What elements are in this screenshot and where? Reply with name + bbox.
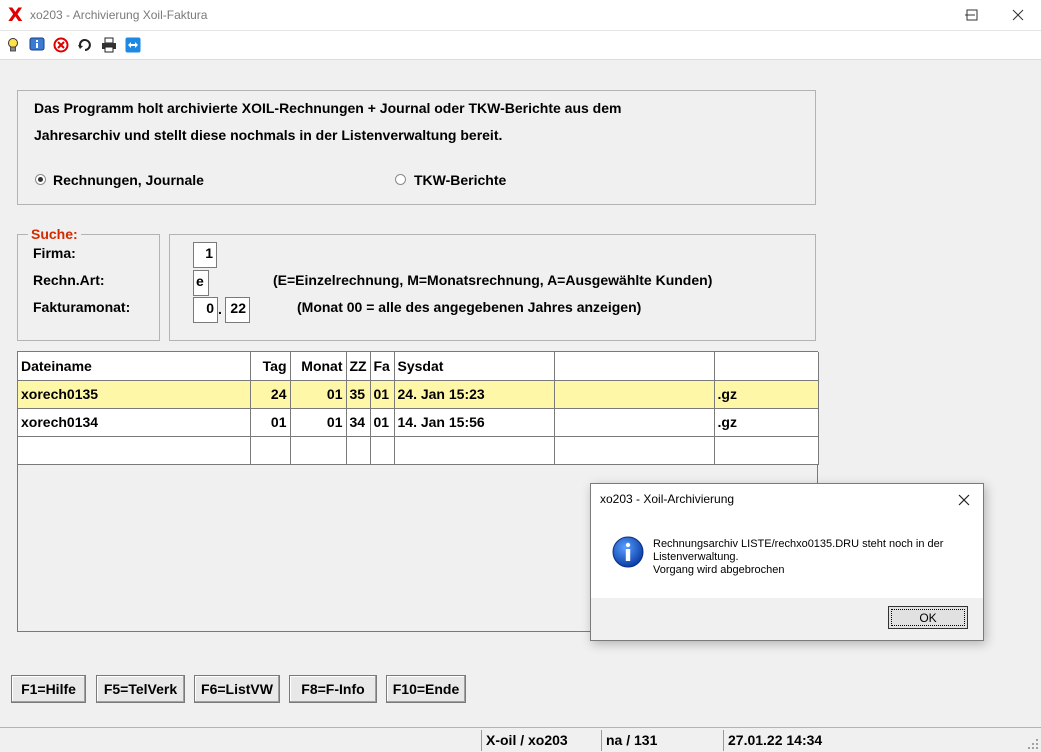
search-labels-panel: Firma: Rechn.Art: Fakturamonat:	[17, 234, 160, 341]
column-header-dateiname[interactable]: Dateiname	[18, 352, 251, 381]
cell-dateiname: xorech0134	[18, 408, 251, 437]
rechn-art-label: Rechn.Art:	[33, 272, 105, 288]
intro-line-1: Das Programm holt archivierte XOIL-Rechn…	[34, 100, 622, 116]
dialog-message-line-3: Vorgang wird abgebrochen	[653, 564, 785, 576]
monat-input[interactable]: 0	[193, 297, 218, 323]
cancel-icon	[53, 37, 69, 53]
status-datetime: 27.01.22 14:34	[723, 730, 1019, 751]
f6-listvw-button[interactable]: F6=ListVW	[194, 675, 280, 703]
column-header-fa[interactable]: Fa	[370, 352, 395, 381]
status-bar: X-oil / xo203 na / 131 27.01.22 14:34	[0, 727, 1041, 752]
cell-monat: 01	[290, 408, 347, 437]
cancel-button[interactable]	[53, 37, 69, 53]
jahr-input[interactable]: 22	[225, 297, 250, 323]
cell-empty	[554, 380, 715, 409]
table-header-row: Dateiname Tag Monat ZZ Fa Sysdat	[18, 352, 819, 381]
cell-empty	[554, 436, 715, 465]
info-icon	[29, 37, 45, 51]
printer-icon	[102, 37, 116, 53]
cell-sysdat: 14. Jan 15:56	[394, 408, 555, 437]
f1-help-button[interactable]: F1=Hilfe	[11, 675, 86, 703]
message-dialog: xo203 - Xoil-Archivierung Rechnungsarchi…	[590, 483, 984, 641]
cell-zz: 34	[346, 408, 371, 437]
cell-dateiname	[18, 436, 251, 465]
cell-zz: 35	[346, 380, 371, 409]
cell-ext: .gz	[714, 408, 819, 437]
app-logo: X	[8, 4, 23, 26]
maximize-icon	[966, 9, 978, 21]
column-header-tag[interactable]: Tag	[250, 352, 291, 381]
close-window-button[interactable]	[995, 0, 1041, 30]
maximize-button[interactable]	[948, 0, 994, 30]
lightbulb-icon	[8, 38, 18, 52]
intro-line-2: Jahresarchiv und stellt diese nochmals i…	[34, 127, 503, 143]
close-icon	[958, 494, 970, 506]
cell-tag	[250, 436, 291, 465]
cell-ext: .gz	[714, 380, 819, 409]
search-legend: Suche:	[28, 226, 81, 242]
resize-grip-icon[interactable]	[1027, 738, 1039, 750]
cell-monat	[290, 436, 347, 465]
ok-button[interactable]: OK	[888, 606, 968, 629]
cell-monat: 01	[290, 380, 347, 409]
info-button[interactable]	[29, 37, 45, 53]
toolbar	[0, 31, 1041, 60]
cell-sysdat: 24. Jan 15:23	[394, 380, 555, 409]
remote-button[interactable]	[125, 37, 141, 53]
info-icon	[612, 536, 644, 568]
remote-icon	[125, 37, 141, 53]
cell-tag: 24	[250, 380, 291, 409]
rechn-art-hint: (E=Einzelrechnung, M=Monatsrechnung, A=A…	[273, 272, 713, 288]
close-icon	[1012, 9, 1024, 21]
firma-input[interactable]: 1	[193, 242, 217, 268]
table-row[interactable]	[18, 436, 819, 465]
column-header-sysdat[interactable]: Sysdat	[394, 352, 555, 381]
table-row[interactable]: xorech0135 24 01 35 01 24. Jan 15:23 .gz	[18, 380, 819, 409]
cell-tag: 01	[250, 408, 291, 437]
f8-finfo-button[interactable]: F8=F-Info	[289, 675, 377, 703]
dialog-close-button[interactable]	[951, 487, 977, 513]
hint-button[interactable]	[5, 37, 21, 53]
column-header-ext[interactable]	[714, 352, 819, 381]
fakturamonat-label: Fakturamonat:	[33, 299, 131, 315]
refresh-icon	[78, 39, 91, 51]
print-button[interactable]	[101, 37, 117, 53]
cell-dateiname: xorech0135	[18, 380, 251, 409]
table-row[interactable]: xorech0134 01 01 34 01 14. Jan 15:56 .gz	[18, 408, 819, 437]
search-inputs-panel: 1 e (E=Einzelrechnung, M=Monatsrechnung,…	[169, 234, 816, 341]
dialog-message: Rechnungsarchiv LISTE/rechxo0135.DRU ste…	[653, 538, 973, 577]
title-bar: X xo203 - Archivierung Xoil-Faktura	[0, 0, 1041, 31]
cell-fa	[370, 436, 395, 465]
dialog-button-area: OK	[591, 598, 983, 640]
dialog-title: xo203 - Xoil-Archivierung	[600, 492, 735, 506]
radio-rechnungen-label[interactable]: Rechnungen, Journale	[53, 172, 204, 188]
refresh-button[interactable]	[77, 37, 93, 53]
radio-tkw-label[interactable]: TKW-Berichte	[414, 172, 506, 188]
dialog-message-line-2: Listenverwaltung.	[653, 551, 739, 563]
rechn-art-input[interactable]: e	[193, 270, 209, 296]
monat-hint: (Monat 00 = alle des angegebenen Jahres …	[297, 299, 642, 315]
column-header-monat[interactable]: Monat	[290, 352, 347, 381]
status-app: X-oil / xo203	[481, 730, 599, 751]
column-header-zz[interactable]: ZZ	[346, 352, 371, 381]
dialog-message-line-1: Rechnungsarchiv LISTE/rechxo0135.DRU ste…	[653, 538, 944, 550]
cell-ext	[714, 436, 819, 465]
cell-zz	[346, 436, 371, 465]
firma-label: Firma:	[33, 245, 76, 261]
cell-sysdat	[394, 436, 555, 465]
cell-fa: 01	[370, 380, 395, 409]
window-title: xo203 - Archivierung Xoil-Faktura	[30, 8, 208, 22]
radio-selected-dot	[38, 177, 43, 182]
column-header-empty[interactable]	[554, 352, 715, 381]
radio-rechnungen[interactable]	[35, 174, 46, 185]
date-separator: .	[218, 301, 222, 317]
cell-empty	[554, 408, 715, 437]
intro-panel: Das Programm holt archivierte XOIL-Rechn…	[17, 90, 816, 205]
status-counter: na / 131	[601, 730, 721, 751]
radio-tkw[interactable]	[395, 174, 406, 185]
f10-end-button[interactable]: F10=Ende	[386, 675, 466, 703]
f5-telverk-button[interactable]: F5=TelVerk	[96, 675, 185, 703]
cell-fa: 01	[370, 408, 395, 437]
